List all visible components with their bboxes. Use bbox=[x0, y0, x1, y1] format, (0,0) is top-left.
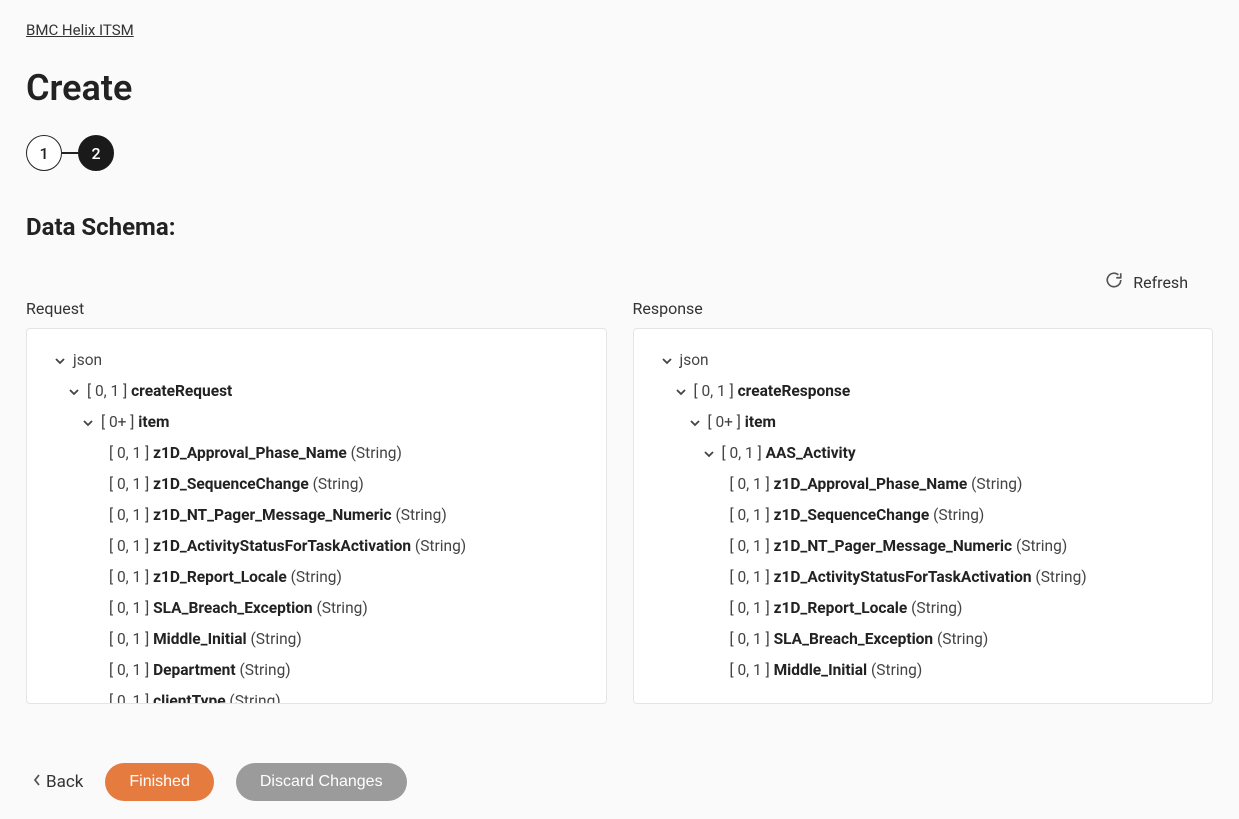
tree-leaf-label: [ 0, 1 ] z1D_Approval_Phase_Name (String… bbox=[730, 469, 1023, 500]
tree-leaf-label: [ 0, 1 ] SLA_Breach_Exception (String) bbox=[730, 624, 989, 655]
tree-leaf[interactable]: [ 0, 1 ] z1D_ActivityStatusForTaskActiva… bbox=[644, 562, 1203, 593]
tree-node-card: [ 0, 1 ] createRequest bbox=[87, 376, 232, 407]
chevron-down-icon bbox=[702, 448, 716, 460]
step-2[interactable]: 2 bbox=[78, 135, 114, 171]
tree-leaf-label: [ 0, 1 ] z1D_SequenceChange (String) bbox=[730, 500, 985, 531]
refresh-label: Refresh bbox=[1133, 273, 1188, 292]
tree-node-item[interactable]: [ 0+ ] item bbox=[644, 407, 1203, 438]
tree-node-aas-activity[interactable]: [ 0, 1 ] AAS_Activity bbox=[644, 438, 1203, 469]
tree-leaf[interactable]: [ 0, 1 ] z1D_Report_Locale (String) bbox=[644, 593, 1203, 624]
back-button[interactable]: Back bbox=[32, 772, 83, 792]
tree-node-json[interactable]: json bbox=[37, 345, 596, 376]
chevron-down-icon bbox=[53, 355, 67, 367]
tree-node-createRequest[interactable]: [ 0, 1 ] createRequest bbox=[37, 376, 596, 407]
tree-leaf[interactable]: [ 0, 1 ] z1D_NT_Pager_Message_Numeric (S… bbox=[644, 531, 1203, 562]
step-1[interactable]: 1 bbox=[26, 135, 62, 171]
page-title: Create bbox=[26, 67, 1213, 109]
tree-leaf-label: [ 0, 1 ] SLA_Breach_Exception (String) bbox=[109, 593, 368, 624]
refresh-button[interactable]: Refresh bbox=[26, 271, 1213, 293]
response-column: Response json [ 0, 1 ] createResponse [ … bbox=[633, 299, 1214, 704]
tree-leaf[interactable]: [ 0, 1 ] z1D_ActivityStatusForTaskActiva… bbox=[37, 531, 596, 562]
response-label: Response bbox=[633, 299, 1214, 318]
chevron-down-icon bbox=[81, 417, 95, 429]
chevron-down-icon bbox=[67, 386, 81, 398]
chevron-down-icon bbox=[688, 417, 702, 429]
tree-leaf-label: [ 0, 1 ] z1D_Report_Locale (String) bbox=[730, 593, 963, 624]
request-label: Request bbox=[26, 299, 607, 318]
tree-node-card: [ 0+ ] item bbox=[101, 407, 169, 438]
request-panel: json [ 0, 1 ] createRequest [ 0+ ] item … bbox=[26, 328, 607, 704]
tree-leaf[interactable]: [ 0, 1 ] Department (String) bbox=[37, 655, 596, 686]
tree-leaf-label: [ 0, 1 ] z1D_SequenceChange (String) bbox=[109, 469, 364, 500]
tree-leaf-label: [ 0, 1 ] z1D_NT_Pager_Message_Numeric (S… bbox=[109, 500, 447, 531]
breadcrumb: BMC Helix ITSM bbox=[26, 20, 1213, 39]
tree-leaf-label: [ 0, 1 ] z1D_Approval_Phase_Name (String… bbox=[109, 438, 402, 469]
chevron-down-icon bbox=[674, 386, 688, 398]
tree-leaf[interactable]: [ 0, 1 ] z1D_NT_Pager_Message_Numeric (S… bbox=[37, 500, 596, 531]
chevron-left-icon bbox=[32, 772, 42, 792]
tree-leaf[interactable]: [ 0, 1 ] Middle_Initial (String) bbox=[37, 624, 596, 655]
tree-leaf-label: [ 0, 1 ] z1D_ActivityStatusForTaskActiva… bbox=[109, 531, 466, 562]
footer-actions: Back Finished Discard Changes bbox=[0, 763, 1239, 801]
response-panel: json [ 0, 1 ] createResponse [ 0+ ] item… bbox=[633, 328, 1214, 704]
tree-leaf-label: [ 0, 1 ] z1D_NT_Pager_Message_Numeric (S… bbox=[730, 531, 1068, 562]
tree-leaf-label: [ 0, 1 ] z1D_ActivityStatusForTaskActiva… bbox=[730, 562, 1087, 593]
back-label: Back bbox=[46, 772, 83, 792]
tree-leaf[interactable]: [ 0, 1 ] z1D_SequenceChange (String) bbox=[644, 500, 1203, 531]
tree-node-json[interactable]: json bbox=[644, 345, 1203, 376]
discard-changes-button[interactable]: Discard Changes bbox=[236, 763, 407, 801]
tree-node-card: [ 0, 1 ] AAS_Activity bbox=[722, 438, 856, 469]
tree-leaf[interactable]: [ 0, 1 ] z1D_Approval_Phase_Name (String… bbox=[644, 469, 1203, 500]
chevron-down-icon bbox=[660, 355, 674, 367]
tree-leaf[interactable]: [ 0, 1 ] Middle_Initial (String) bbox=[644, 655, 1203, 686]
request-column: Request json [ 0, 1 ] createRequest [ 0+… bbox=[26, 299, 607, 704]
tree-leaf[interactable]: [ 0, 1 ] z1D_Report_Locale (String) bbox=[37, 562, 596, 593]
refresh-icon bbox=[1105, 271, 1123, 293]
tree-node-label: json bbox=[680, 345, 709, 376]
tree-leaf[interactable]: [ 0, 1 ] SLA_Breach_Exception (String) bbox=[644, 624, 1203, 655]
tree-leaf-label: [ 0, 1 ] Department (String) bbox=[109, 655, 291, 686]
tree-node-card: [ 0+ ] item bbox=[708, 407, 776, 438]
section-title: Data Schema: bbox=[26, 213, 1213, 241]
tree-node-createResponse[interactable]: [ 0, 1 ] createResponse bbox=[644, 376, 1203, 407]
tree-node-label: json bbox=[73, 345, 102, 376]
tree-leaf[interactable]: [ 0, 1 ] SLA_Breach_Exception (String) bbox=[37, 593, 596, 624]
stepper: 1 2 bbox=[26, 135, 1213, 171]
finished-button[interactable]: Finished bbox=[105, 763, 213, 801]
tree-leaf-label: [ 0, 1 ] clientType (String) bbox=[109, 686, 281, 704]
tree-leaf-label: [ 0, 1 ] Middle_Initial (String) bbox=[109, 624, 302, 655]
tree-leaf[interactable]: [ 0, 1 ] z1D_Approval_Phase_Name (String… bbox=[37, 438, 596, 469]
tree-leaf-label: [ 0, 1 ] z1D_Report_Locale (String) bbox=[109, 562, 342, 593]
tree-node-item[interactable]: [ 0+ ] item bbox=[37, 407, 596, 438]
tree-leaf[interactable]: [ 0, 1 ] clientType (String) bbox=[37, 686, 596, 704]
tree-node-card: [ 0, 1 ] createResponse bbox=[694, 376, 851, 407]
breadcrumb-link[interactable]: BMC Helix ITSM bbox=[26, 21, 134, 39]
tree-leaf-label: [ 0, 1 ] Middle_Initial (String) bbox=[730, 655, 923, 686]
tree-leaf[interactable]: [ 0, 1 ] z1D_SequenceChange (String) bbox=[37, 469, 596, 500]
step-connector bbox=[62, 152, 78, 154]
